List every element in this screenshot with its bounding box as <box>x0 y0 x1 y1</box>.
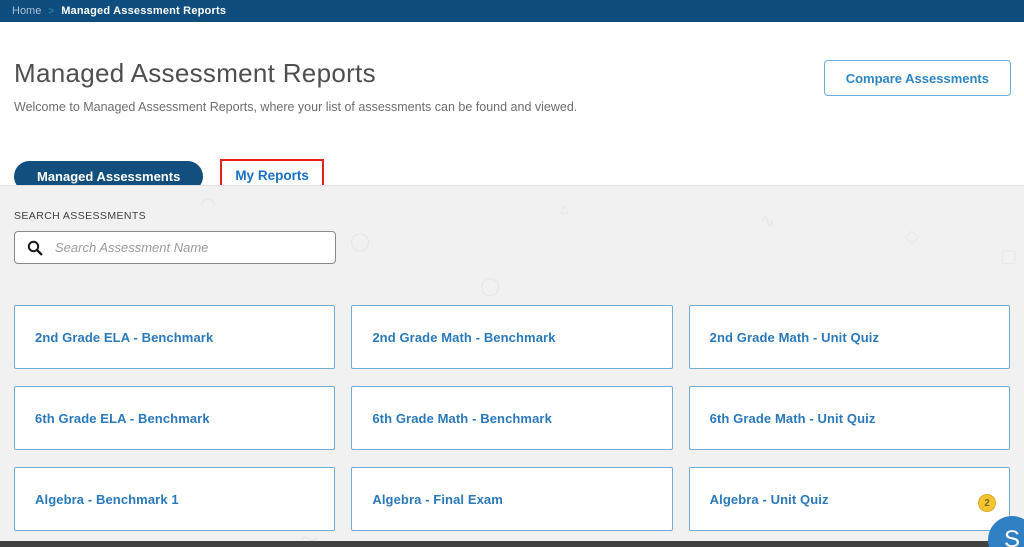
page-subtitle: Welcome to Managed Assessment Reports, w… <box>14 100 1010 114</box>
assessment-card-label: 2nd Grade Math - Benchmark <box>372 330 555 345</box>
breadcrumb-current: Managed Assessment Reports <box>61 5 226 17</box>
compare-assessments-button[interactable]: Compare Assessments <box>824 60 1011 96</box>
assessment-card-label: Algebra - Benchmark 1 <box>35 492 179 507</box>
magnifier-icon <box>15 240 55 256</box>
background-doodle-icon <box>480 276 500 297</box>
assessment-card[interactable]: 6th Grade Math - Benchmark <box>351 386 672 450</box>
bottom-edge-bar <box>0 541 1024 547</box>
assessment-card-label: 6th Grade ELA - Benchmark <box>35 411 210 426</box>
breadcrumb: Home > Managed Assessment Reports <box>0 0 1024 22</box>
assessment-card[interactable]: 2nd Grade Math - Benchmark <box>351 305 672 369</box>
assessment-card[interactable]: Algebra - Benchmark 1 <box>14 467 335 531</box>
breadcrumb-home-link[interactable]: Home <box>12 5 41 17</box>
assessment-card[interactable]: 6th Grade ELA - Benchmark <box>14 386 335 450</box>
chat-notification-badge: 2 <box>978 494 996 512</box>
assessment-card-grid: 2nd Grade ELA - Benchmark 2nd Grade Math… <box>14 305 1010 531</box>
assessment-card[interactable]: Algebra - Unit Quiz <box>689 467 1010 531</box>
search-input[interactable] <box>55 232 335 263</box>
search-box[interactable] <box>14 231 336 264</box>
assessment-card-label: 2nd Grade ELA - Benchmark <box>35 330 213 345</box>
search-assessments-label: SEARCH ASSESSMENTS <box>14 186 1010 222</box>
assessments-section: SEARCH ASSESSMENTS 2nd Grade ELA - Bench… <box>0 185 1024 541</box>
assessment-card[interactable]: 2nd Grade Math - Unit Quiz <box>689 305 1010 369</box>
assessment-card-label: 6th Grade Math - Unit Quiz <box>710 411 876 426</box>
assessment-card-label: Algebra - Final Exam <box>372 492 503 507</box>
assessment-card-label: 6th Grade Math - Benchmark <box>372 411 552 426</box>
breadcrumb-separator: > <box>48 6 54 17</box>
assessment-card[interactable]: 2nd Grade ELA - Benchmark <box>14 305 335 369</box>
background-doodle-icon <box>350 231 370 252</box>
tab-my-reports[interactable]: My Reports <box>235 168 309 183</box>
assessment-card-label: 2nd Grade Math - Unit Quiz <box>710 330 879 345</box>
background-doodle-icon <box>1000 246 1017 267</box>
background-doodle-icon <box>905 226 919 247</box>
assessment-card[interactable]: Algebra - Final Exam <box>351 467 672 531</box>
assessment-card-label: Algebra - Unit Quiz <box>710 492 829 507</box>
page-header: Managed Assessment Reports Welcome to Ma… <box>0 22 1024 185</box>
assessment-card[interactable]: 6th Grade Math - Unit Quiz <box>689 386 1010 450</box>
